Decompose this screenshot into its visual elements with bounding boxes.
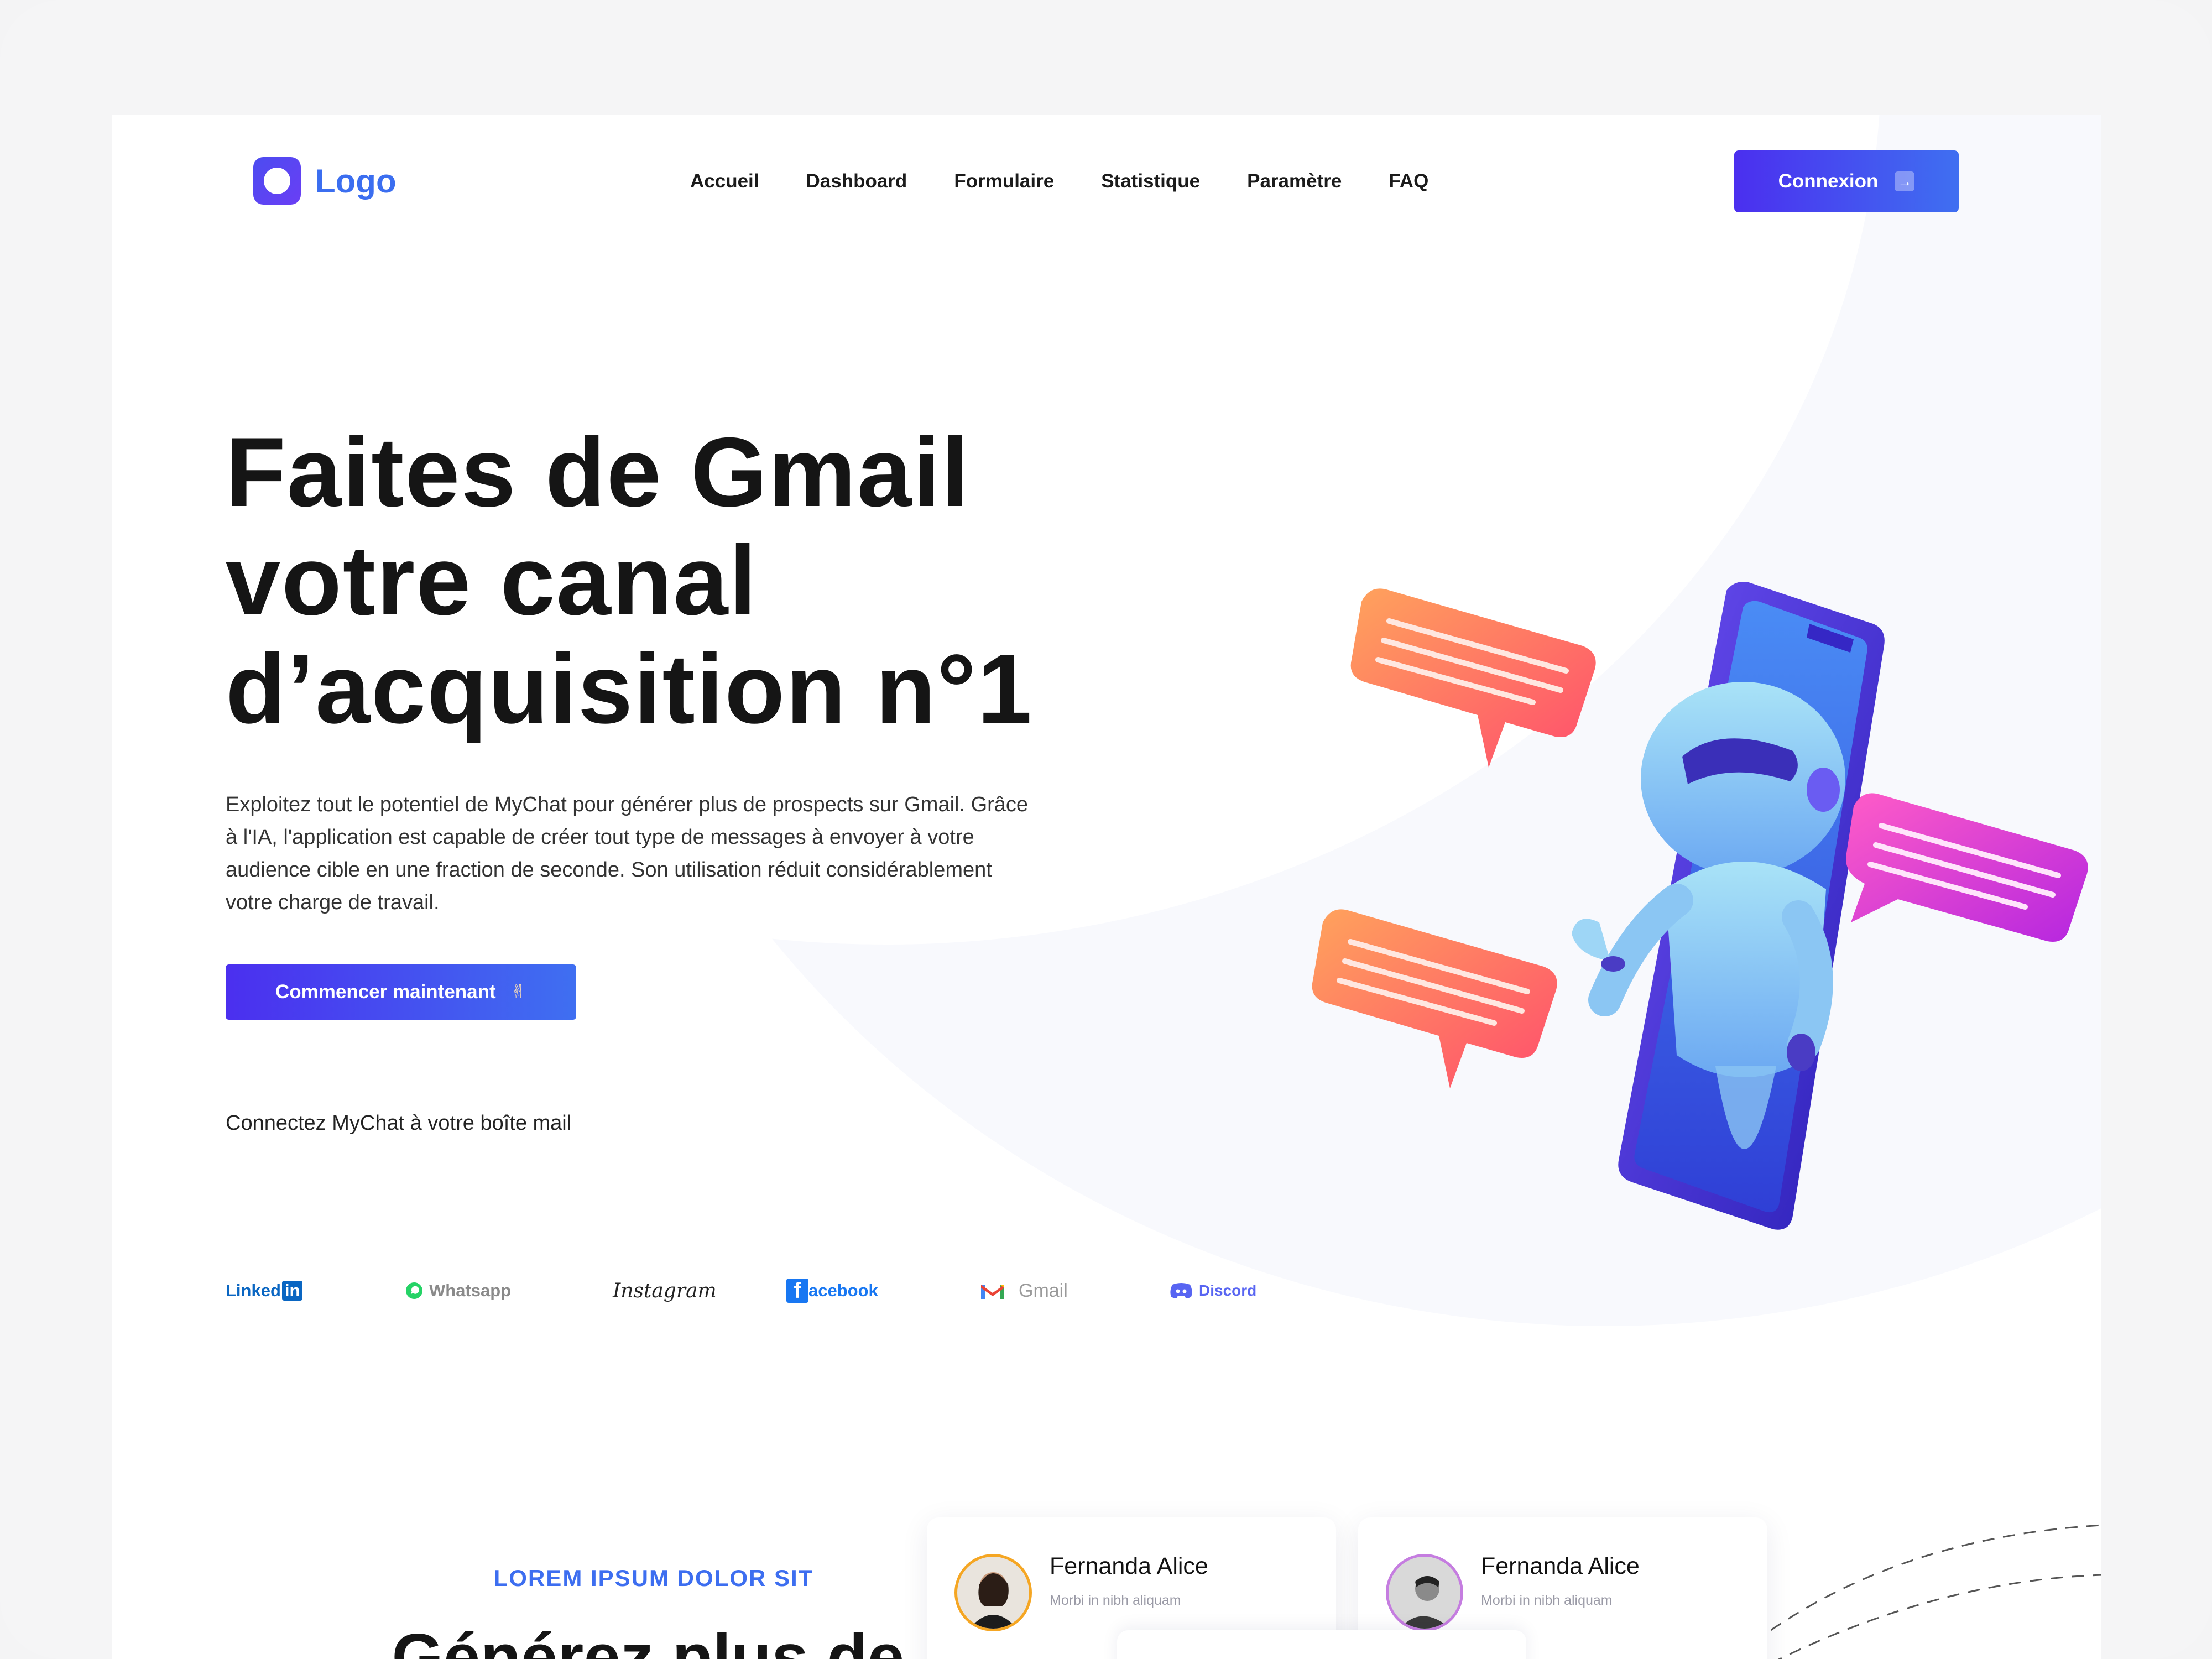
victory-hand-icon: ✌ — [510, 981, 527, 1003]
chat-bubble-right — [1845, 793, 2088, 942]
whatsapp-icon — [406, 1282, 422, 1299]
hero-title-line-1: Faites de Gmail — [226, 417, 970, 527]
hero-description: Exploitez tout le potentiel de MyChat po… — [226, 793, 1029, 914]
whatsapp-logo[interactable]: Whatsapp — [405, 1274, 511, 1307]
gmail-logo[interactable]: Gmail — [980, 1274, 1068, 1307]
discord-logo[interactable]: Discord — [1169, 1274, 1256, 1307]
linkedin-text: Linked — [226, 1281, 281, 1300]
testimonial-subtitle: Morbi in nibh aliquam — [1050, 1593, 1181, 1608]
nav-item-dashboard[interactable]: Dashboard — [806, 170, 907, 192]
nav-item-faq[interactable]: FAQ — [1389, 170, 1428, 192]
hero-title: Faites de Gmail votre canal d’acquisitio… — [226, 418, 1221, 743]
chat-bubble-top-left — [1350, 588, 1596, 768]
gmail-icon — [981, 1285, 1004, 1299]
discord-icon — [1170, 1283, 1192, 1298]
testimonial-subtitle: Morbi in nibh aliquam — [1481, 1593, 1613, 1608]
avatar — [954, 1554, 1032, 1631]
robot-phone-illustration — [1312, 582, 2088, 1230]
section-eyebrow: LOREM IPSUM DOLOR SIT — [493, 1565, 814, 1591]
nav-item-accueil[interactable]: Accueil — [690, 170, 759, 192]
start-now-label: Commencer maintenant — [275, 981, 496, 1003]
start-now-button[interactable]: Commencer maintenant ✌ — [226, 964, 576, 1020]
logo[interactable]: Logo — [253, 157, 397, 205]
facebook-logo[interactable]: f acebook — [786, 1274, 878, 1307]
chat-bubble-bottom-left — [1312, 909, 1557, 1088]
hero-title-line-2: votre canal — [226, 525, 758, 635]
dashed-decoration — [1771, 1524, 2101, 1659]
nav-item-formulaire[interactable]: Formulaire — [954, 170, 1054, 192]
testimonial-card-partial — [1117, 1630, 1526, 1659]
landing-page: Logo Accueil Dashboard Formulaire Statis… — [112, 115, 2101, 1659]
connect-label: Connectez MyChat à votre boîte mail — [226, 1112, 572, 1135]
linkedin-in-box: in — [281, 1281, 303, 1301]
facebook-f-icon: f — [786, 1279, 808, 1303]
section-title: Générez plus de — [392, 1620, 905, 1659]
login-arrow-icon: → — [1895, 171, 1915, 191]
testimonial-name: Fernanda Alice — [1481, 1553, 1640, 1579]
discord-text: Discord — [1199, 1282, 1257, 1299]
integration-logos: Linked in Whatsapp Instagram f acebook Gm… — [226, 1274, 1276, 1307]
login-button[interactable]: Connexion → — [1734, 150, 1959, 212]
login-button-label: Connexion — [1778, 170, 1879, 192]
hero-title-line-3: d’acquisition n°1 — [226, 634, 1034, 744]
main-nav: Accueil Dashboard Formulaire Statistique… — [690, 170, 1475, 192]
logo-text: Logo — [315, 162, 397, 200]
nav-item-parametre[interactable]: Paramètre — [1247, 170, 1342, 192]
facebook-text: acebook — [808, 1281, 878, 1300]
instagram-text: Instagram — [613, 1279, 717, 1302]
linkedin-logo[interactable]: Linked in — [226, 1274, 303, 1307]
whatsapp-text: Whatsapp — [429, 1281, 512, 1300]
gmail-text: Gmail — [1019, 1280, 1068, 1301]
instagram-logo[interactable]: Instagram — [613, 1274, 717, 1307]
avatar — [1386, 1554, 1463, 1631]
browser-frame: Logo Accueil Dashboard Formulaire Statis… — [0, 0, 2212, 1659]
testimonial-name: Fernanda Alice — [1050, 1553, 1208, 1579]
nav-item-statistique[interactable]: Statistique — [1101, 170, 1200, 192]
logo-icon — [253, 157, 301, 205]
